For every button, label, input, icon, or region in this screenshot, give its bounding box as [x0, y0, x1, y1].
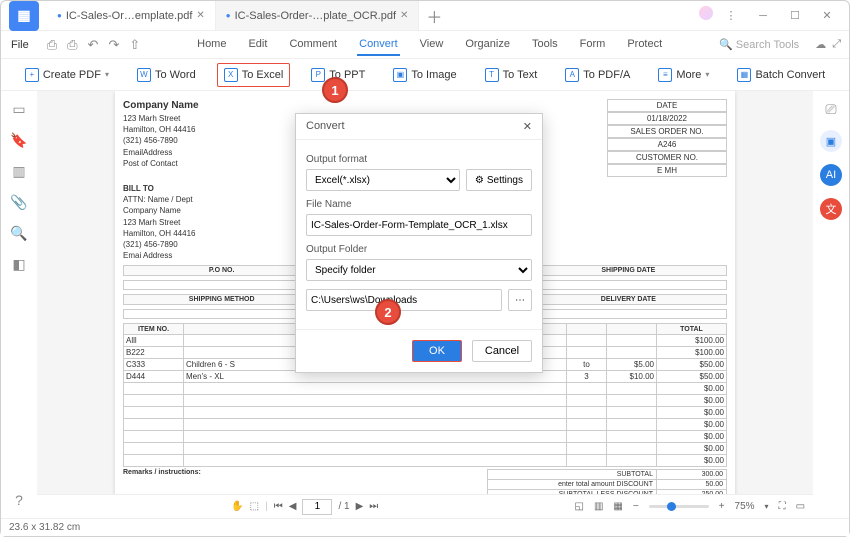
to-word-button[interactable]: WTo Word	[130, 63, 203, 87]
ok-button[interactable]: OK	[412, 340, 462, 362]
tab-edit[interactable]: Edit	[246, 34, 269, 56]
help-icon[interactable]: ?	[15, 492, 23, 508]
more-icon: ≡	[658, 68, 672, 82]
pdfa-icon: A	[565, 68, 579, 82]
select-icon[interactable]: ⬚	[250, 501, 259, 512]
expand-icon[interactable]: ⤢	[832, 38, 841, 51]
layers-icon[interactable]: ◧	[12, 256, 25, 273]
search-tools[interactable]: 🔍 Search Tools	[711, 38, 807, 51]
adjust-icon[interactable]: ⎚	[825, 101, 836, 118]
app-logo: ▦	[9, 1, 39, 31]
attachment-icon[interactable]: 📎	[10, 194, 27, 211]
tab-protect[interactable]: Protect	[625, 34, 664, 56]
share-icon[interactable]: ⇧	[129, 37, 140, 53]
last-page-icon[interactable]: ⏭	[369, 501, 378, 512]
image-icon: ▣	[393, 68, 407, 82]
batch-convert-button[interactable]: ▦Batch Convert	[730, 63, 832, 87]
annotation-badge: 1	[322, 77, 348, 103]
pdf-icon: ●	[226, 11, 231, 20]
fullscreen-icon[interactable]: ⛶	[779, 501, 786, 512]
tab-home[interactable]: Home	[195, 34, 228, 56]
output-format-select[interactable]: Excel(*.xlsx)	[306, 169, 460, 191]
file-menu[interactable]: File	[1, 39, 39, 51]
page-dimensions: 23.6 x 31.82 cm	[9, 522, 80, 533]
tab-label: IC-Sales-Order-…plate_OCR.pdf	[235, 10, 396, 22]
undo-icon[interactable]: ↶	[88, 37, 99, 53]
more-icon[interactable]: ⋮	[717, 6, 745, 26]
tab-label: IC-Sales-Or…emplate.pdf	[66, 10, 193, 22]
close-icon[interactable]: ✕	[196, 10, 204, 21]
tab-organize[interactable]: Organize	[463, 34, 512, 56]
ppt-icon: P	[311, 68, 325, 82]
maximize-button[interactable]: ☐	[781, 6, 809, 26]
user-avatar-icon[interactable]	[699, 6, 713, 20]
chevron-down-icon: ▾	[105, 70, 109, 79]
tab-comment[interactable]: Comment	[287, 34, 339, 56]
close-icon[interactable]: ✕	[523, 120, 532, 133]
dialog-title: Convert	[306, 120, 345, 133]
zoom-out-icon[interactable]: −	[633, 501, 639, 512]
save-icon[interactable]: ⎙	[47, 37, 57, 53]
filename-input[interactable]	[306, 214, 532, 236]
filename-label: File Name	[306, 199, 532, 210]
browse-button[interactable]: ⋯	[508, 289, 532, 311]
output-format-label: Output format	[306, 154, 532, 165]
tab-convert[interactable]: Convert	[357, 34, 400, 56]
annotation-badge: 2	[375, 299, 401, 325]
company-name: Company Name	[123, 99, 199, 113]
to-pdfa-button[interactable]: ATo PDF/A	[558, 63, 637, 87]
prev-page-icon[interactable]: ◀	[289, 501, 297, 512]
tab-tools[interactable]: Tools	[530, 34, 560, 56]
convert-dialog: Convert ✕ Output format Excel(*.xlsx) ⚙S…	[295, 113, 543, 373]
tool-icon[interactable]: ▣	[820, 130, 842, 152]
zoom-slider[interactable]	[649, 505, 709, 508]
next-page-icon[interactable]: ▶	[356, 501, 364, 512]
create-pdf-button[interactable]: +Create PDF▾	[18, 63, 116, 87]
page-input[interactable]	[302, 499, 332, 515]
to-image-button[interactable]: ▣To Image	[386, 63, 463, 87]
text-icon: T	[485, 68, 499, 82]
print-icon[interactable]: ⎙	[67, 37, 77, 53]
search-icon[interactable]: 🔍	[10, 225, 27, 242]
hand-icon[interactable]: ✋	[231, 501, 243, 512]
first-page-icon[interactable]: ⏮	[274, 501, 283, 512]
zoom-in-icon[interactable]: +	[719, 501, 725, 512]
tab-form[interactable]: Form	[578, 34, 608, 56]
excel-icon: X	[224, 68, 238, 82]
document-tab[interactable]: ● IC-Sales-Order-…plate_OCR.pdf ✕	[216, 1, 420, 30]
settings-button[interactable]: ⚙Settings	[466, 169, 532, 191]
to-excel-button[interactable]: XTo Excel	[217, 63, 291, 87]
fit-icon[interactable]: ◱	[574, 501, 583, 512]
zoom-value: 75%	[735, 501, 755, 512]
minimize-button[interactable]: ─	[749, 6, 777, 26]
bookmark-icon[interactable]: 🔖	[10, 132, 27, 149]
cloud-icon[interactable]: ☁	[815, 38, 826, 51]
folder-path-input[interactable]	[306, 289, 502, 311]
layout-icon[interactable]: ▥	[594, 501, 603, 512]
output-folder-label: Output Folder	[306, 244, 532, 255]
batch-icon: ▦	[737, 68, 751, 82]
to-text-button[interactable]: TTo Text	[478, 63, 545, 87]
thumbnail-icon[interactable]: ▥	[12, 163, 25, 180]
ai-icon[interactable]: AI	[820, 164, 842, 186]
page-icon[interactable]: ▭	[12, 101, 25, 118]
plus-icon: +	[25, 68, 39, 82]
document-tab[interactable]: ● IC-Sales-Or…emplate.pdf ✕	[47, 1, 216, 30]
chevron-down-icon: ▾	[705, 70, 709, 79]
cancel-button[interactable]: Cancel	[472, 340, 532, 362]
gear-icon: ⚙	[475, 175, 484, 186]
chevron-down-icon[interactable]: ▾	[765, 502, 769, 511]
tab-view[interactable]: View	[418, 34, 446, 56]
pdf-icon: ●	[57, 11, 62, 20]
view-icon[interactable]: ▦	[613, 501, 622, 512]
output-folder-select[interactable]: Specify folder	[306, 259, 532, 281]
redo-icon[interactable]: ↷	[108, 37, 119, 53]
close-button[interactable]: ✕	[813, 6, 841, 26]
translate-icon[interactable]: 文	[820, 198, 842, 220]
close-icon[interactable]: ✕	[400, 10, 408, 21]
read-icon[interactable]: ▭	[796, 501, 805, 512]
word-icon: W	[137, 68, 151, 82]
new-tab-button[interactable]: ＋	[419, 1, 449, 30]
more-button[interactable]: ≡More▾	[651, 63, 716, 87]
